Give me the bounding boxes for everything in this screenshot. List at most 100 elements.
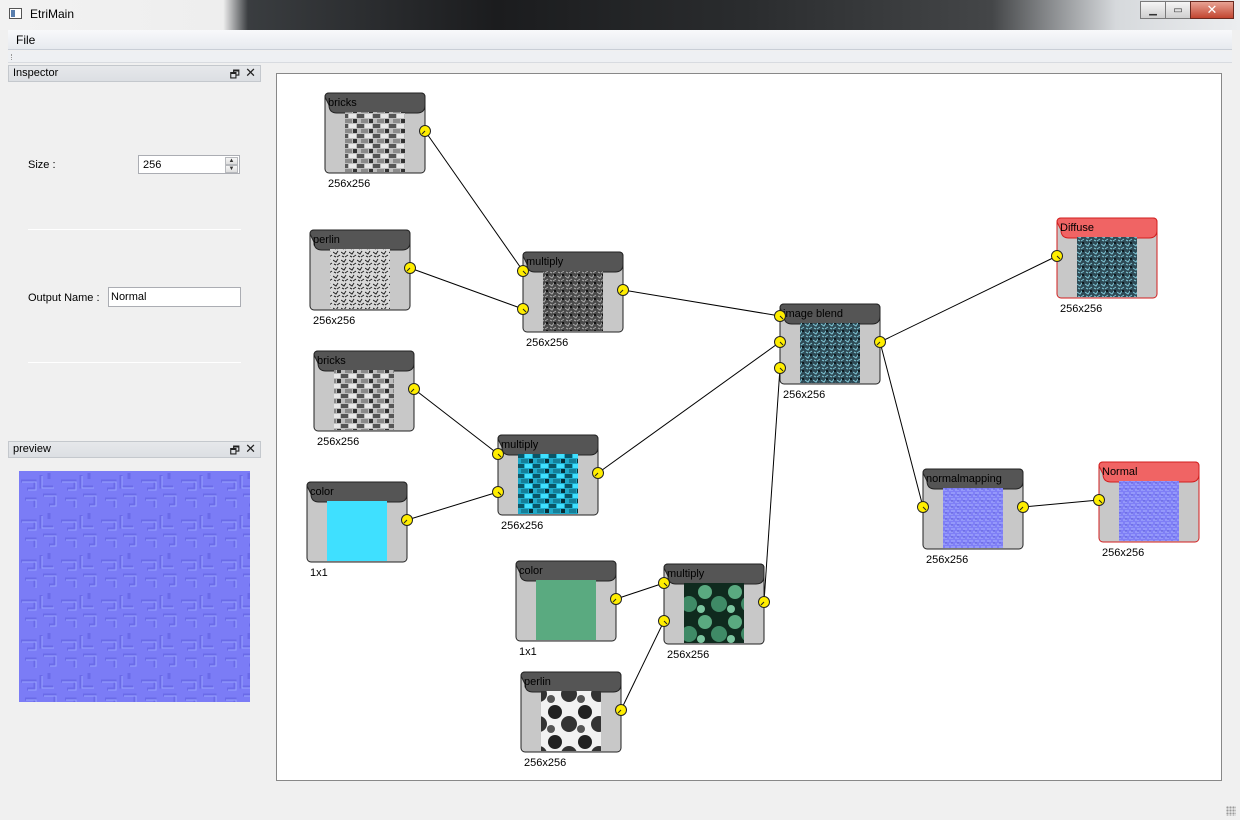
menu-bar: File bbox=[8, 30, 1232, 50]
size-value[interactable]: 256 bbox=[143, 159, 161, 171]
node-multiply2[interactable]: multiply 256x256 bbox=[497, 434, 599, 532]
node-size-caption: 256x256 bbox=[667, 649, 709, 661]
output-name-label: Output Name : bbox=[28, 292, 100, 304]
window-title: EtriMain bbox=[30, 7, 75, 21]
node-title: Diffuse bbox=[1060, 222, 1094, 234]
node-title: perlin bbox=[313, 234, 340, 246]
connection-wire bbox=[763, 367, 781, 603]
node-thumbnail bbox=[943, 488, 1003, 548]
node-perlin2[interactable]: perlin 256x256 bbox=[520, 671, 622, 769]
size-spinbox[interactable]: 256 ▲ ▼ bbox=[138, 155, 240, 174]
node-color2[interactable]: color 1x1 bbox=[515, 560, 617, 658]
node-thumbnail bbox=[334, 370, 394, 430]
node-thumbnail bbox=[345, 112, 405, 172]
spin-down-button[interactable]: ▼ bbox=[225, 165, 238, 173]
connection-wire bbox=[1022, 499, 1100, 508]
status-bar bbox=[0, 800, 1240, 820]
node-size-caption: 256x256 bbox=[526, 337, 568, 349]
node-size-caption: 1x1 bbox=[519, 646, 537, 658]
toolbar-handle[interactable] bbox=[8, 51, 1232, 63]
spin-up-button[interactable]: ▲ bbox=[225, 157, 238, 165]
connection-wire bbox=[622, 289, 781, 317]
node-title: color bbox=[310, 486, 334, 498]
size-grip[interactable] bbox=[1226, 806, 1236, 816]
title-bar[interactable]: EtriMain ▁ ▭ ✕ bbox=[0, 0, 1240, 30]
node-title: normalmapping bbox=[926, 473, 1002, 485]
preview-dock-title[interactable]: preview 🗗 ✕ bbox=[8, 441, 261, 458]
node-thumbnail bbox=[330, 249, 390, 309]
separator bbox=[28, 362, 241, 363]
node-thumbnail bbox=[684, 583, 744, 643]
node-size-caption: 256x256 bbox=[501, 520, 543, 532]
node-perlin1[interactable]: perlin 256x256 bbox=[309, 229, 411, 327]
node-graph-view[interactable]: bricks 256x256 perlin 256x256 multiply 256x25… bbox=[276, 73, 1222, 781]
connection-wire bbox=[620, 620, 665, 711]
node-size-caption: 256x256 bbox=[1102, 547, 1144, 559]
node-imageblend[interactable]: image blend 256x256 bbox=[779, 303, 881, 401]
node-thumbnail bbox=[1119, 481, 1179, 541]
node-size-caption: 1x1 bbox=[310, 567, 328, 579]
connection-wire bbox=[615, 582, 665, 600]
inspector-title: Inspector bbox=[13, 67, 59, 79]
preview-title: preview bbox=[13, 443, 51, 455]
inspector-dock-title[interactable]: Inspector 🗗 ✕ bbox=[8, 65, 261, 82]
node-title: multiply bbox=[526, 256, 564, 268]
node-thumbnail bbox=[800, 323, 860, 383]
node-multiply1[interactable]: multiply 256x256 bbox=[522, 251, 624, 349]
main-window: EtriMain ▁ ▭ ✕ File Inspector 🗗 ✕ Size :… bbox=[0, 0, 1240, 820]
menu-file[interactable]: File bbox=[16, 33, 35, 47]
size-label: Size : bbox=[28, 159, 56, 171]
maximize-button[interactable]: ▭ bbox=[1165, 1, 1191, 19]
node-bricks2[interactable]: bricks 256x256 bbox=[313, 350, 415, 448]
connection-wire bbox=[424, 130, 524, 272]
node-multiply3[interactable]: multiply 256x256 bbox=[663, 563, 765, 661]
node-title: perlin bbox=[524, 676, 551, 688]
node-title: multiply bbox=[501, 439, 539, 451]
node-title: color bbox=[519, 565, 543, 577]
node-title: Normal bbox=[1102, 466, 1137, 478]
connection-wire bbox=[597, 341, 781, 474]
node-bricks1[interactable]: bricks 256x256 bbox=[324, 92, 426, 190]
node-normalout[interactable]: Normal 256x256 bbox=[1098, 461, 1200, 559]
maximize-icon: ▭ bbox=[1173, 4, 1183, 16]
close-dock-icon[interactable]: ✕ bbox=[245, 65, 256, 81]
node-title: bricks bbox=[328, 97, 357, 109]
close-dock-icon[interactable]: ✕ bbox=[245, 441, 256, 457]
node-size-caption: 256x256 bbox=[317, 436, 359, 448]
float-dock-icon[interactable]: 🗗 bbox=[230, 66, 240, 85]
connection-wire bbox=[879, 341, 924, 508]
minimize-button[interactable]: ▁ bbox=[1140, 1, 1166, 19]
minimize-icon: ▁ bbox=[1149, 4, 1157, 16]
node-title: image blend bbox=[783, 308, 843, 320]
node-thumbnail bbox=[327, 501, 387, 561]
connection-wire bbox=[406, 491, 499, 521]
node-size-caption: 256x256 bbox=[328, 178, 370, 190]
float-dock-icon[interactable]: 🗗 bbox=[230, 442, 240, 461]
close-icon: ✕ bbox=[1206, 2, 1218, 17]
node-title: bricks bbox=[317, 355, 346, 367]
close-button[interactable]: ✕ bbox=[1190, 1, 1234, 19]
node-thumbnail bbox=[536, 580, 596, 640]
node-normalmapping[interactable]: normalmapping 256x256 bbox=[922, 468, 1024, 566]
node-thumbnail bbox=[1077, 237, 1137, 297]
window-controls: ▁ ▭ ✕ bbox=[1140, 1, 1234, 20]
node-thumbnail bbox=[518, 454, 578, 514]
node-size-caption: 256x256 bbox=[313, 315, 355, 327]
node-thumbnail bbox=[541, 691, 601, 751]
node-diffuse[interactable]: Diffuse 256x256 bbox=[1056, 217, 1158, 315]
output-name-field[interactable] bbox=[108, 287, 241, 307]
connection-wire bbox=[409, 267, 524, 310]
connection-wire bbox=[413, 388, 499, 455]
node-thumbnail bbox=[543, 271, 603, 331]
node-graph-canvas[interactable]: bricks 256x256 perlin 256x256 multiply 256x25… bbox=[277, 74, 1221, 780]
preview-image bbox=[19, 471, 250, 702]
node-size-caption: 256x256 bbox=[1060, 303, 1102, 315]
separator bbox=[28, 229, 241, 230]
node-size-caption: 256x256 bbox=[783, 389, 825, 401]
node-size-caption: 256x256 bbox=[926, 554, 968, 566]
nodes-layer: bricks 256x256 perlin 256x256 multiply 256x25… bbox=[306, 92, 1200, 769]
node-color1[interactable]: color 1x1 bbox=[306, 481, 408, 579]
app-icon bbox=[9, 8, 22, 19]
node-title: multiply bbox=[667, 568, 705, 580]
connection-wire bbox=[879, 255, 1058, 343]
